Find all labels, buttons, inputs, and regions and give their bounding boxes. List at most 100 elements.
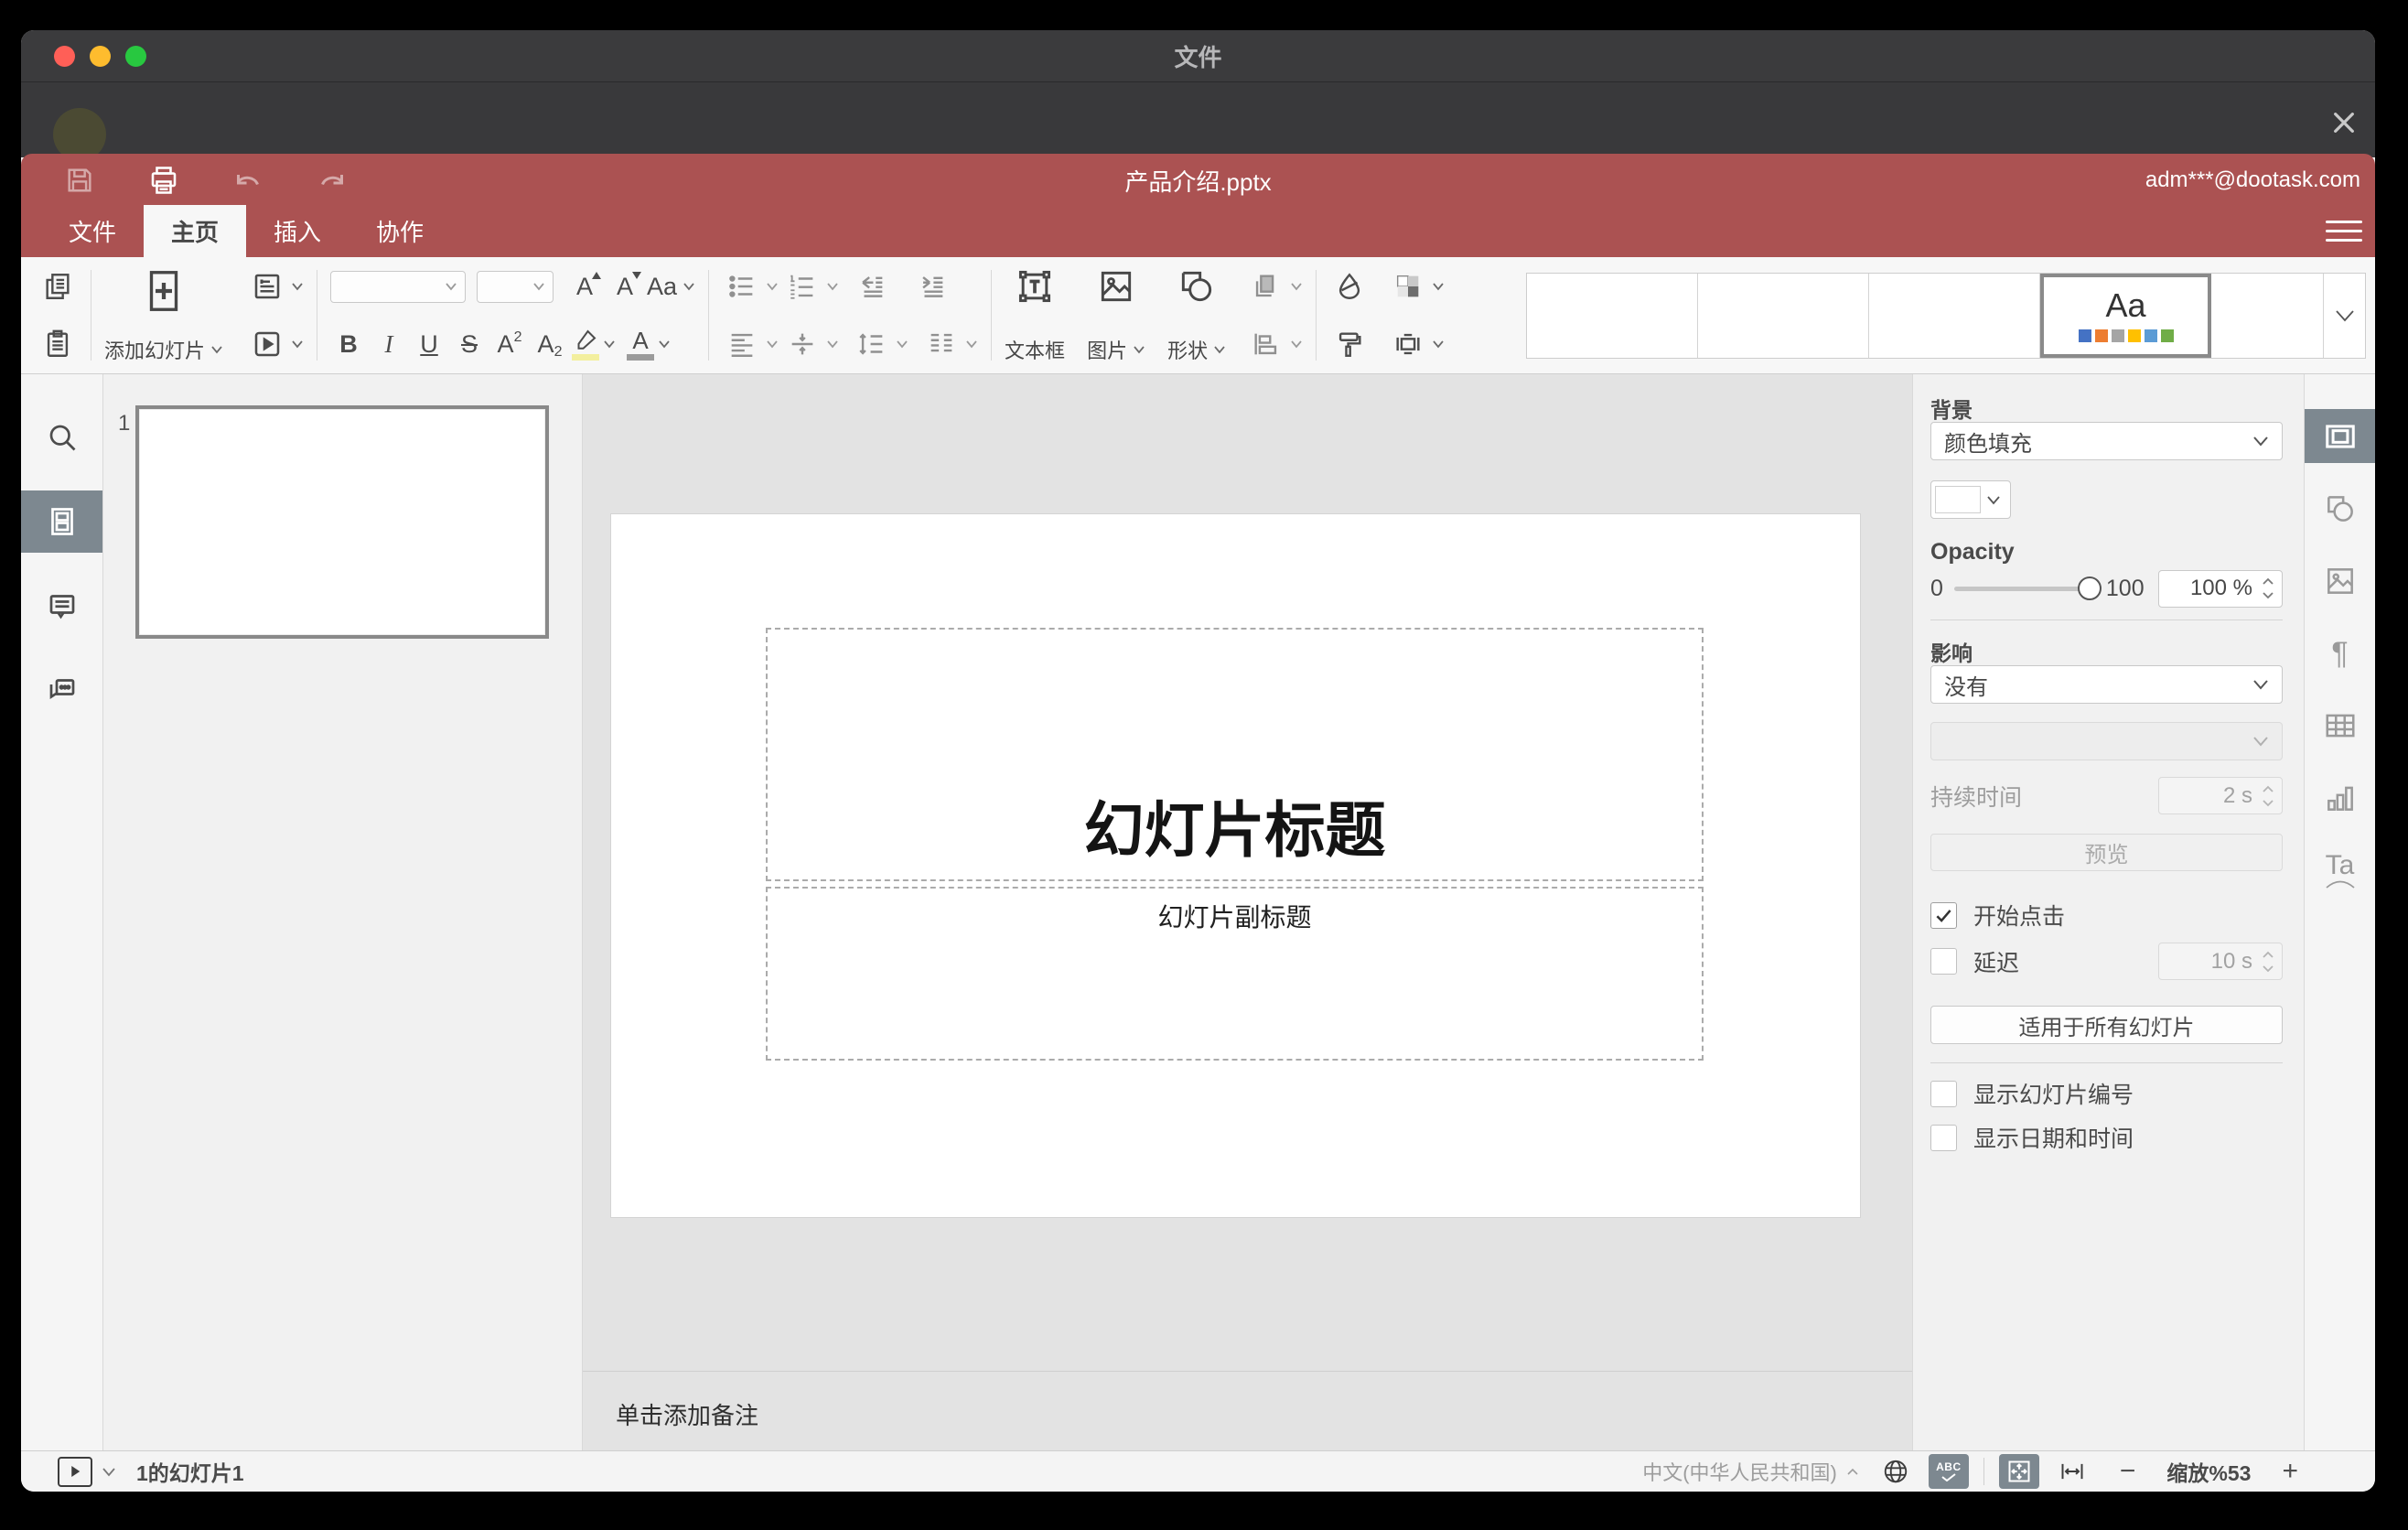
duration-spinner[interactable]: 2 s	[2158, 777, 2283, 814]
comments-icon[interactable]	[21, 575, 102, 637]
arrange-shapes-button[interactable]	[1246, 266, 1303, 307]
decrease-indent-icon[interactable]	[852, 266, 892, 307]
shape-settings-icon[interactable]	[2305, 481, 2375, 535]
apply-to-all-slides-button[interactable]: 适用于所有幻灯片	[1930, 1006, 2283, 1044]
background-color-button[interactable]	[1930, 480, 2011, 519]
underline-button[interactable]: U	[411, 324, 447, 364]
opacity-spinner[interactable]: 100 %	[2158, 569, 2283, 608]
table-settings-icon[interactable]	[2305, 698, 2375, 752]
background-fill-select[interactable]: 颜色填充	[1930, 422, 2283, 460]
delay-spinner[interactable]: 10 s	[2158, 943, 2283, 980]
chevron-down-icon[interactable]	[658, 339, 671, 349]
opacity-slider-knob[interactable]	[2077, 576, 2102, 600]
globe-icon[interactable]	[1876, 1454, 1916, 1489]
clear-style-icon[interactable]	[1329, 266, 1370, 307]
minimize-traffic-light[interactable]	[90, 46, 111, 67]
slide-size-icon[interactable]	[1388, 324, 1428, 364]
font-name-select[interactable]	[330, 270, 467, 303]
spin-down-icon[interactable]	[2262, 964, 2274, 973]
vertical-align-icon[interactable]	[782, 324, 822, 364]
copy-icon[interactable]	[38, 266, 78, 307]
start-slideshow-statusbar-icon[interactable]	[58, 1456, 92, 1487]
close-icon[interactable]	[2326, 104, 2362, 141]
copy-style-icon[interactable]	[1329, 324, 1370, 364]
save-icon[interactable]	[61, 162, 98, 199]
align-shapes-button[interactable]	[1246, 324, 1303, 364]
effect-type-select[interactable]	[1930, 722, 2283, 760]
textbox-icon[interactable]	[1015, 266, 1055, 307]
chat-icon[interactable]	[21, 659, 102, 721]
italic-button[interactable]: I	[371, 324, 407, 364]
bullets-icon[interactable]	[722, 266, 762, 307]
strikethrough-button[interactable]: S	[451, 324, 488, 364]
chevron-down-icon[interactable]	[102, 1467, 116, 1477]
tab-insert[interactable]: 插入	[246, 205, 349, 257]
font-color-button[interactable]: A	[627, 329, 655, 361]
tab-file[interactable]: 文件	[41, 205, 144, 257]
add-slide-icon[interactable]	[139, 266, 188, 316]
slide-thumbnail-1[interactable]	[135, 405, 549, 639]
theme-option-5[interactable]	[2211, 273, 2323, 358]
slide-canvas[interactable]: 幻灯片标题 幻灯片副标题	[611, 514, 1860, 1217]
chevron-down-icon[interactable]	[766, 282, 779, 291]
textbox-button[interactable]: 文本框	[1005, 335, 1065, 364]
theme-option-2[interactable]	[1698, 273, 1869, 358]
menu-icon[interactable]	[2326, 213, 2362, 248]
chevron-down-icon[interactable]	[965, 339, 978, 349]
tab-collaborate[interactable]: 协作	[349, 205, 451, 257]
chevron-down-icon[interactable]	[1432, 282, 1445, 291]
slide-settings-icon[interactable]	[2305, 409, 2375, 463]
opacity-slider[interactable]	[1953, 576, 2102, 600]
spin-up-icon[interactable]	[2262, 951, 2274, 959]
show-slide-number-checkbox[interactable]	[1930, 1080, 1957, 1107]
image-settings-icon[interactable]	[2305, 554, 2375, 608]
chart-settings-icon[interactable]	[2305, 770, 2375, 824]
tab-home[interactable]: 主页	[144, 205, 247, 257]
spin-up-icon[interactable]	[2262, 577, 2274, 586]
chevron-down-icon[interactable]	[766, 339, 779, 349]
slides-panel-icon[interactable]	[21, 490, 102, 553]
font-size-select[interactable]	[477, 270, 554, 303]
insert-image-icon[interactable]	[1096, 266, 1136, 307]
fill-color-icon[interactable]	[1388, 266, 1428, 307]
chevron-down-icon[interactable]	[603, 339, 616, 349]
delay-checkbox[interactable]	[1930, 948, 1957, 975]
chevron-down-icon[interactable]	[826, 282, 839, 291]
subscript-button[interactable]: A2	[532, 324, 568, 364]
maximize-traffic-light[interactable]	[125, 46, 146, 67]
decrease-font-size-button[interactable]: A	[607, 266, 643, 307]
language-selector[interactable]: 中文(中华人民共和国)	[1642, 1457, 1859, 1486]
fit-to-slide-icon[interactable]	[1998, 1454, 2039, 1489]
increase-indent-icon[interactable]	[912, 266, 952, 307]
superscript-button[interactable]: A2	[491, 324, 528, 364]
title-placeholder[interactable]: 幻灯片标题	[766, 628, 1704, 881]
bold-button[interactable]: B	[330, 324, 367, 364]
redo-icon[interactable]	[314, 162, 350, 199]
highlight-color-button[interactable]	[572, 329, 600, 361]
insert-shape-button[interactable]: 形状	[1167, 335, 1226, 364]
spellcheck-icon[interactable]: ABC	[1928, 1454, 1969, 1489]
spin-down-icon[interactable]	[2262, 799, 2274, 807]
theme-option-selected[interactable]: Aa	[2040, 273, 2211, 358]
insert-shape-icon[interactable]	[1177, 266, 1217, 307]
spin-up-icon[interactable]	[2262, 785, 2274, 793]
change-case-button[interactable]: Aa	[647, 273, 695, 301]
notes-area[interactable]: 单击添加备注	[583, 1371, 1912, 1450]
paste-icon[interactable]	[38, 324, 78, 364]
zoom-out-button[interactable]: −	[2120, 1456, 2136, 1487]
start-on-click-checkbox[interactable]	[1930, 901, 1957, 929]
print-icon[interactable]	[145, 162, 182, 199]
chevron-down-icon[interactable]	[1432, 339, 1445, 349]
preview-button[interactable]: 预览	[1930, 834, 2283, 871]
zoom-in-button[interactable]: +	[2282, 1456, 2298, 1487]
insert-image-button[interactable]: 图片	[1087, 335, 1145, 364]
fit-to-width-icon[interactable]	[2052, 1454, 2092, 1489]
theme-option-1[interactable]	[1527, 273, 1698, 358]
columns-icon[interactable]	[921, 324, 962, 364]
add-slide-button[interactable]: 添加幻灯片	[104, 335, 223, 364]
theme-option-3[interactable]	[1869, 273, 2040, 358]
search-icon[interactable]	[21, 406, 102, 469]
horizontal-align-icon[interactable]	[722, 324, 762, 364]
numbering-icon[interactable]	[782, 266, 822, 307]
effect-select[interactable]: 没有	[1930, 665, 2283, 704]
